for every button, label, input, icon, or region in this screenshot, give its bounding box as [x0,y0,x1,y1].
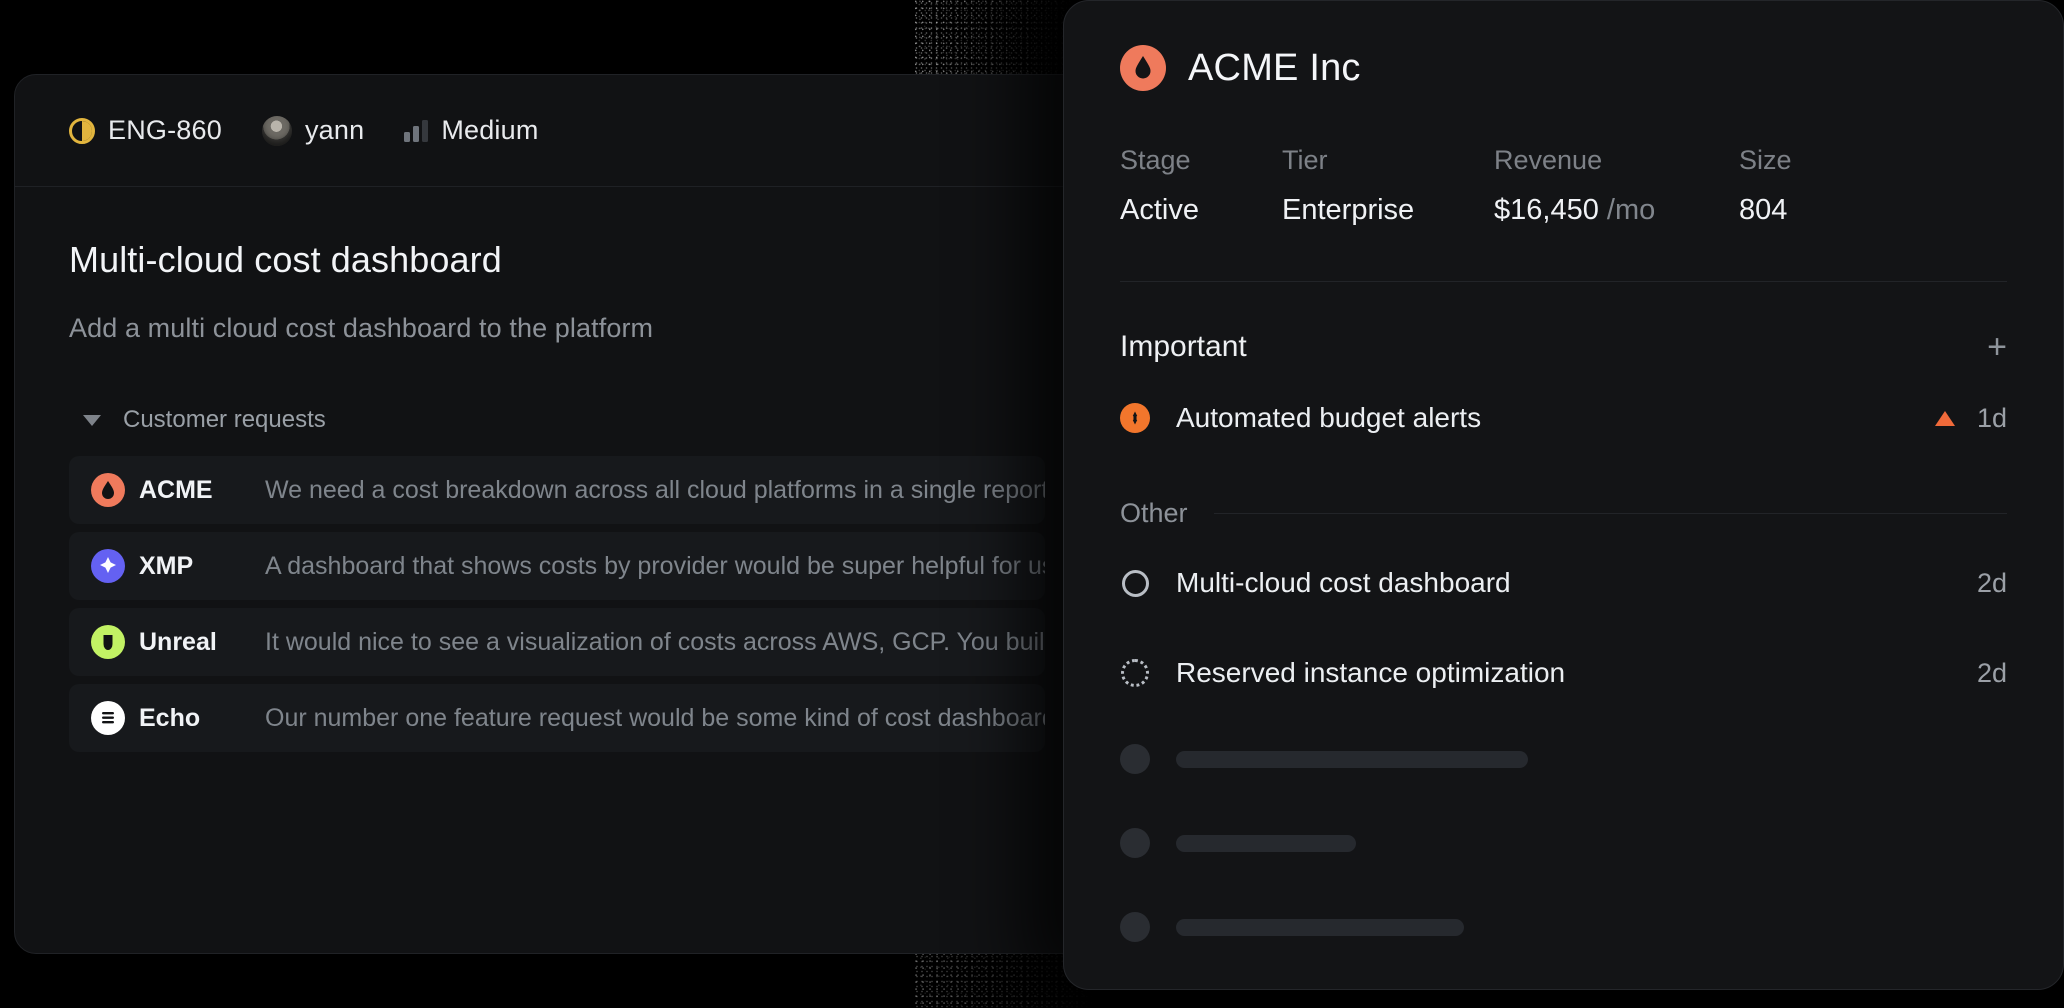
request-quote: It would nice to see a visualization of … [265,627,1045,656]
skeleton-avatar [1120,912,1150,942]
request-company: ACME [139,475,213,504]
skeleton-bar [1176,750,1528,768]
skeleton-bar [1176,918,1464,936]
issue-priority-group[interactable]: Medium [404,115,538,146]
issue-body: Multi-cloud cost dashboard Add a multi c… [15,187,1099,752]
issue-priority: Medium [441,115,539,145]
in-progress-orange-icon [1120,403,1150,433]
stat-suffix: /mo [1606,194,1656,226]
request-quote: We need a cost breakdown across all clou… [265,475,1045,504]
divider [1120,281,2007,282]
issue-detail-card: ENG-860 yann Medium Multi-cloud cost das… [14,74,1100,954]
issue-assignee-group[interactable]: yann [261,115,365,146]
echo-lines-icon [91,701,125,735]
half-circle-icon [69,117,95,144]
backlog-dotted-icon [1120,658,1150,688]
other-title: Other [1120,498,1188,528]
avatar [261,115,292,146]
divider [1213,513,2007,514]
stat-amount: $16,450 [1494,194,1599,226]
task-age: 2d [1976,657,2007,688]
customer-requests-toggle[interactable]: Customer requests [83,406,1045,434]
priority-bars-icon [404,119,429,142]
task-title: Automated budget alerts [1176,402,1482,433]
add-task-button[interactable]: + [1987,330,2007,364]
list-item[interactable]: XMP A dashboard that shows costs by prov… [69,532,1045,600]
request-quote: A dashboard that shows costs by provider… [265,551,1045,580]
stat-label: Size [1739,145,1792,175]
acme-droplet-icon [91,473,125,507]
task-row[interactable]: Multi-cloud cost dashboard 2d [1120,547,2007,619]
xmp-spark-icon [91,549,125,583]
chevron-down-icon [83,414,101,426]
list-item[interactable]: Echo Our number one feature request woul… [69,684,1045,752]
urgent-triangle-icon [1934,410,1955,426]
customer-requests-label: Customer requests [123,406,326,433]
stat-label: Revenue [1494,145,1603,175]
unreal-shield-icon [91,625,125,659]
important-group-header: Important + [1120,330,2007,364]
stat-label: Tier [1282,145,1328,175]
acme-droplet-icon [1120,45,1166,91]
skeleton-bar [1176,834,1356,852]
list-item[interactable]: ACME We need a cost breakdown across all… [69,456,1045,524]
skeleton-row [1120,893,2007,961]
request-quote: Our number one feature request would be … [265,703,1045,732]
loading-placeholders [1120,725,2007,961]
issue-identifier-group[interactable]: ENG-860 [69,115,222,146]
stat-size: Size 804 [1739,145,1792,227]
customer-panel-card: ACME Inc Stage Active Tier Enterprise Re… [1063,0,2064,990]
page-title: Multi-cloud cost dashboard [69,239,502,280]
stat-value: Active [1120,194,1199,226]
screenshot-root: ENG-860 yann Medium Multi-cloud cost das… [0,0,2064,1008]
skeleton-row [1120,809,2007,877]
request-company: Unreal [139,627,217,656]
stat-revenue: Revenue $16,450 /mo [1494,145,1739,227]
stat-value: Enterprise [1282,194,1415,226]
task-row[interactable]: Reserved instance optimization 2d [1120,637,2007,709]
issue-header: ENG-860 yann Medium [15,75,1099,187]
customer-name: ACME Inc [1188,46,1361,89]
task-age: 2d [1976,567,2007,598]
issue-assignee: yann [304,115,365,145]
issue-identifier: ENG-860 [108,115,222,145]
customer-requests-list: ACME We need a cost breakdown across all… [69,456,1045,752]
important-title: Important [1120,330,1247,363]
other-group-header: Other [1120,498,2007,529]
customer-stats: Stage Active Tier Enterprise Revenue $16… [1120,145,2007,227]
list-item[interactable]: Unreal It would nice to see a visualizat… [69,608,1045,676]
task-title: Reserved instance optimization [1176,657,1566,688]
request-company: XMP [139,551,194,580]
stat-stage: Stage Active [1120,145,1282,227]
skeleton-avatar [1120,828,1150,858]
skeleton-row [1120,725,2007,793]
customer-header: ACME Inc [1120,45,2007,91]
stat-tier: Tier Enterprise [1282,145,1494,227]
task-title: Multi-cloud cost dashboard [1176,567,1511,598]
stat-value: $16,450 /mo [1494,194,1739,227]
request-company: Echo [139,703,201,732]
skeleton-avatar [1120,744,1150,774]
stat-label: Stage [1120,145,1191,175]
task-row[interactable]: Automated budget alerts 1d [1120,382,2007,454]
todo-circle-icon [1120,568,1150,598]
grain-texture-top [915,0,1075,80]
issue-description: Add a multi cloud cost dashboard to the … [69,313,654,343]
task-age: 1d [1976,402,2007,433]
stat-value: 804 [1739,194,1788,226]
